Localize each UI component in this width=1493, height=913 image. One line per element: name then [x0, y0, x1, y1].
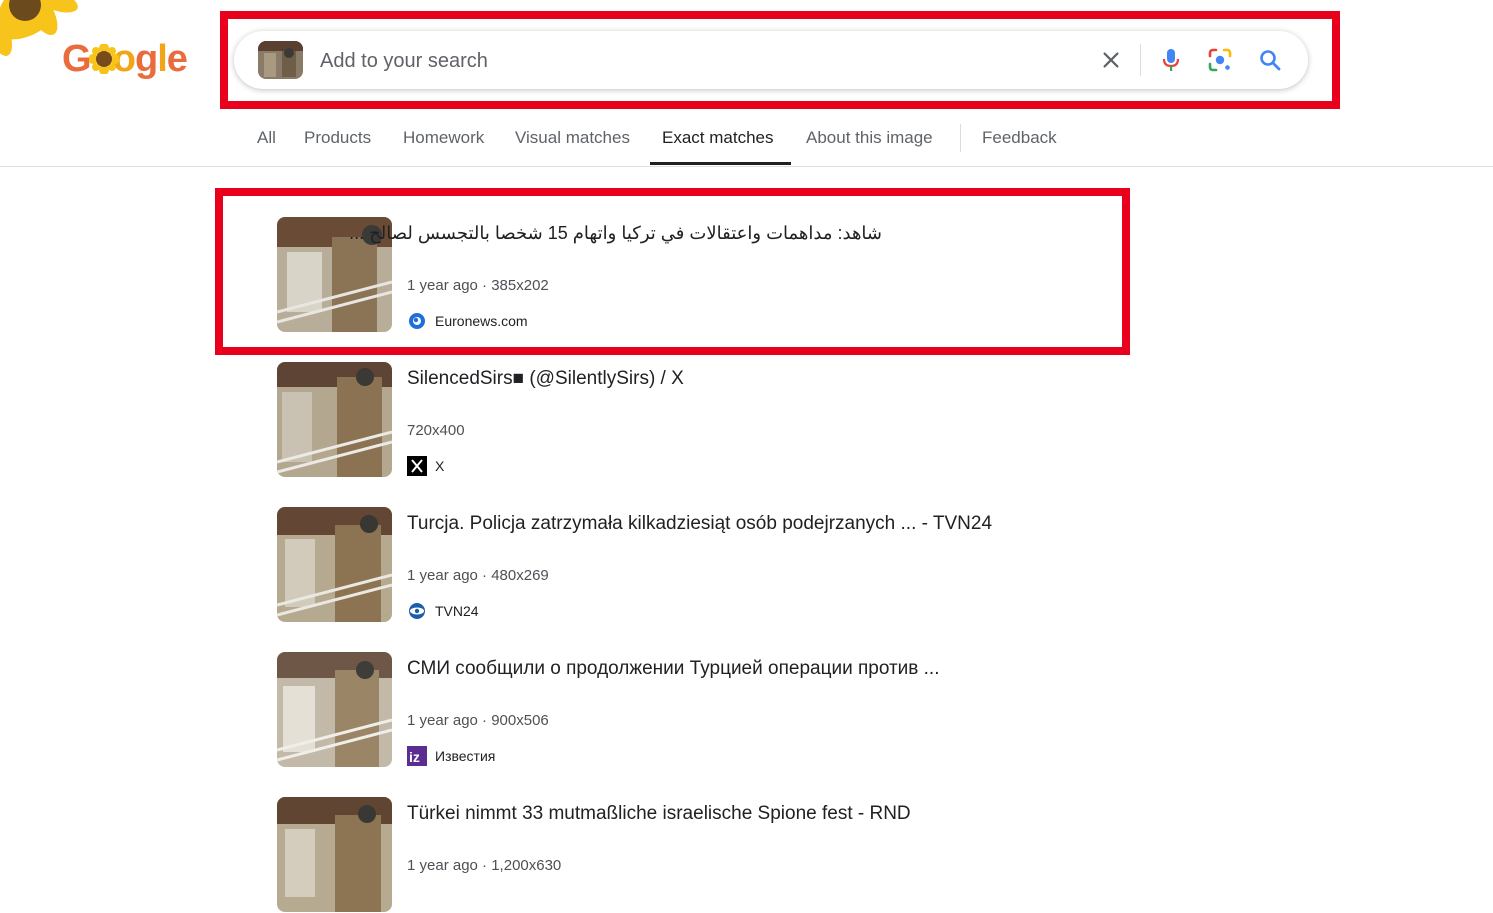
result-meta: 1 year ago · 900x506	[407, 712, 549, 729]
search-highlight-annotation	[220, 11, 1340, 109]
result-source-name: TVN24	[435, 603, 479, 619]
result-item[interactable]: СМИ сообщили о продолжении Турцией опера…	[277, 652, 1157, 768]
result-meta: 1 year ago · 1,200x630	[407, 857, 562, 874]
tab-exact-matches[interactable]: Exact matches	[662, 128, 774, 148]
tvn24-favicon-icon	[407, 601, 427, 621]
result-highlight-annotation	[215, 188, 1130, 355]
result-item[interactable]: Türkei nimmt 33 mutmaßliche israelische …	[277, 797, 1157, 913]
svg-text:iz: iz	[409, 749, 420, 765]
result-meta: 720x400	[407, 422, 465, 439]
result-thumbnail[interactable]	[277, 797, 392, 912]
result-source[interactable]: iz Известия	[407, 745, 495, 767]
tab-feedback[interactable]: Feedback	[982, 128, 1057, 148]
active-tab-indicator	[650, 162, 791, 165]
result-meta: 1 year ago · 480x269	[407, 567, 549, 584]
google-doodle-logo[interactable]: G o ogle	[0, 0, 200, 100]
tab-homework[interactable]: Homework	[403, 128, 484, 148]
sunflower-o-icon	[88, 44, 119, 74]
result-thumbnail[interactable]	[277, 507, 392, 622]
result-source[interactable]: TVN24	[407, 600, 479, 622]
tab-divider	[960, 124, 961, 152]
search-tabs: All Products Homework Visual matches Exa…	[0, 112, 1493, 167]
result-title[interactable]: Türkei nimmt 33 mutmaßliche israelische …	[407, 803, 911, 825]
result-source-name: Известия	[435, 748, 496, 764]
result-thumbnail[interactable]	[277, 362, 392, 477]
result-item[interactable]: SilencedSirs■ (@SilentlySirs) / X 720x40…	[277, 362, 1157, 478]
tab-about-this-image[interactable]: About this image	[806, 128, 933, 148]
result-title[interactable]: Turcja. Policja zatrzymała kilkadziesiąt…	[407, 513, 992, 535]
tab-all[interactable]: All	[257, 128, 276, 148]
izvestia-favicon-icon: iz	[407, 746, 427, 766]
result-title[interactable]: SilencedSirs■ (@SilentlySirs) / X	[407, 368, 684, 390]
result-title[interactable]: СМИ сообщили о продолжении Турцией опера…	[407, 658, 940, 680]
tab-visual-matches[interactable]: Visual matches	[515, 128, 630, 148]
result-source-name: X	[435, 458, 445, 474]
tab-products[interactable]: Products	[304, 128, 371, 148]
x-favicon-icon	[407, 456, 427, 476]
result-item[interactable]: Turcja. Policja zatrzymała kilkadziesiąt…	[277, 507, 1157, 623]
result-thumbnail[interactable]	[277, 652, 392, 767]
google-logo-text: G o ogle	[62, 38, 188, 80]
result-source[interactable]: X	[407, 455, 444, 477]
